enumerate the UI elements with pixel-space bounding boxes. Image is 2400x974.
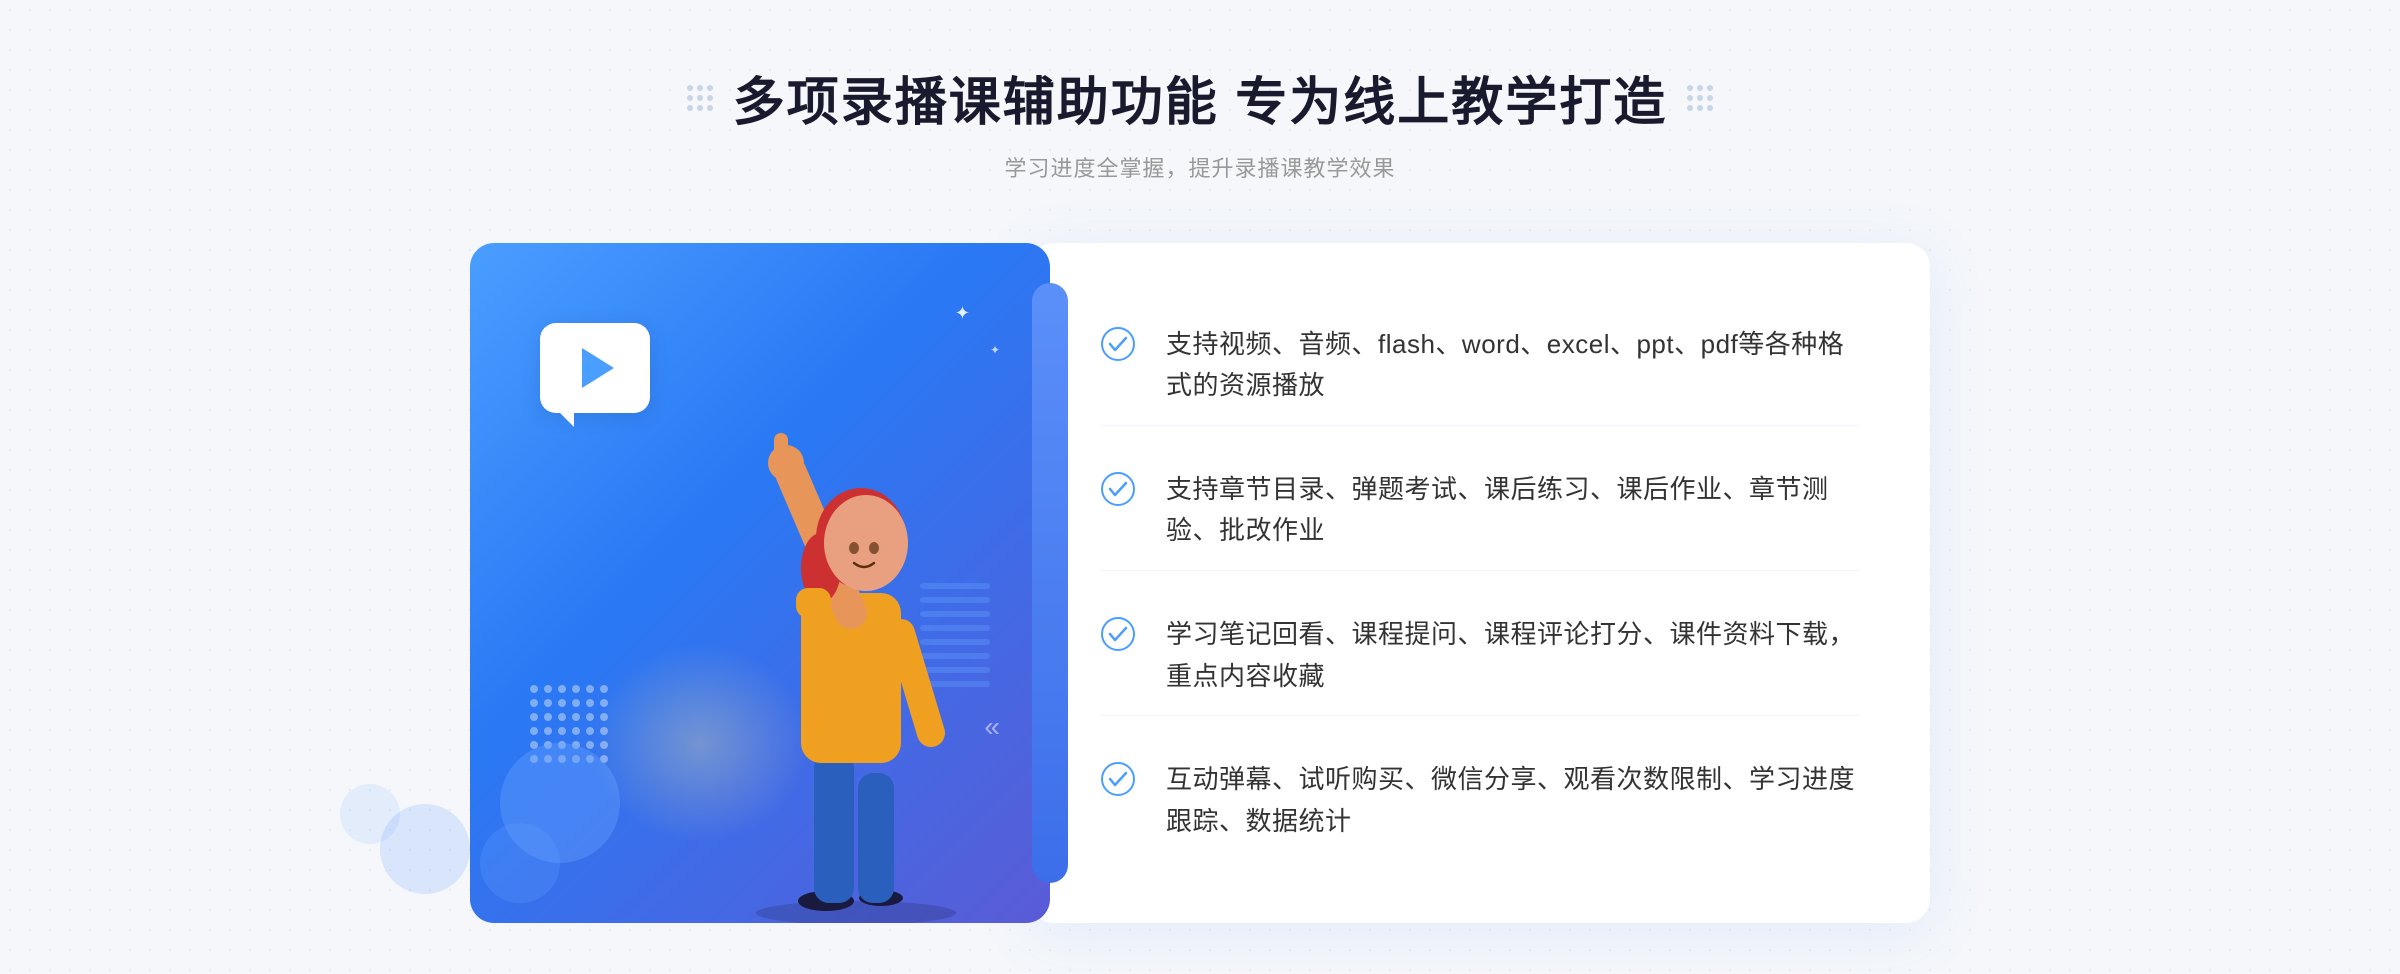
dot-grid-left [687,85,713,111]
page-wrapper: 多项录播课辅助功能 专为线上教学打造 学习进度全掌握，提升录播课教学效果 » ✦ [0,0,2400,923]
feature-item-2: 支持章节目录、弹题考试、课后练习、课后作业、章节测验、批改作业 [1100,451,1860,571]
feature-item-1: 支持视频、音频、flash、word、excel、ppt、pdf等各种格式的资源… [1100,306,1860,426]
main-content: » ✦ ✦ « [400,243,2000,923]
header-section: 多项录播课辅助功能 专为线上教学打造 学习进度全掌握，提升录播课教学效果 [687,60,1713,183]
features-panel: 支持视频、音频、flash、word、excel、ppt、pdf等各种格式的资源… [1030,243,1930,923]
right-decorative-dots [1687,85,1713,111]
page-title: 多项录播课辅助功能 专为线上教学打造 [733,60,1667,135]
accent-bar [1032,283,1068,883]
feature-text-2: 支持章节目录、弹题考试、课后练习、课后作业、章节测验、批改作业 [1166,469,1860,552]
feature-item-3: 学习笔记回看、课程提问、课程评论打分、课件资料下载，重点内容收藏 [1100,596,1860,716]
feature-text-3: 学习笔记回看、课程提问、课程评论打分、课件资料下载，重点内容收藏 [1166,614,1860,697]
page-circle-small [340,784,400,844]
dot-grid-right [1687,85,1713,111]
page-subtitle: 学习进度全掌握，提升录播课教学效果 [687,151,1713,183]
sparkle-icon-2: ✦ [990,343,1000,357]
check-icon-4 [1100,761,1136,797]
check-icon-2 [1100,471,1136,507]
feature-text-1: 支持视频、音频、flash、word、excel、ppt、pdf等各种格式的资源… [1166,324,1860,407]
feature-text-4: 互动弹幕、试听购买、微信分享、观看次数限制、学习进度跟踪、数据统计 [1166,759,1860,842]
play-triangle-icon [582,348,614,388]
check-icon-3 [1100,616,1136,652]
blue-circle-small [480,823,560,903]
person-illustration [696,373,1016,923]
illustration-card: ✦ ✦ « [470,243,1050,923]
feature-item-4: 互动弹幕、试听购买、微信分享、观看次数限制、学习进度跟踪、数据统计 [1100,741,1860,860]
sparkle-icon-1: ✦ [955,303,970,324]
title-row: 多项录播课辅助功能 专为线上教学打造 [687,60,1713,135]
left-decorative-dots [687,85,713,111]
check-icon-1 [1100,326,1136,362]
play-bubble [540,323,650,413]
